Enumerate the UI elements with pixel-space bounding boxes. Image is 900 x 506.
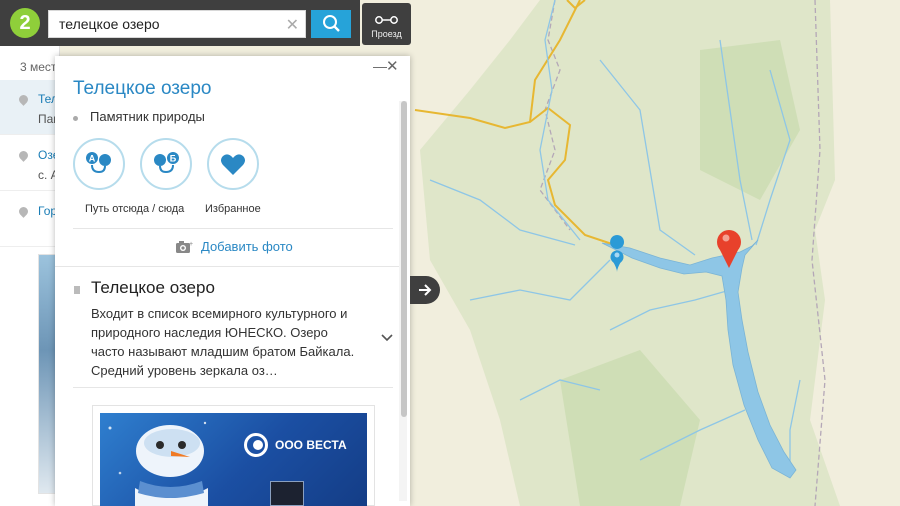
ad-brand: ООО ВЕСТА: [275, 438, 347, 452]
card-title[interactable]: Телецкое озеро: [73, 78, 212, 100]
results-count: 3 мест: [20, 60, 57, 74]
pin-icon: [17, 149, 30, 162]
chevron-down-icon[interactable]: [379, 330, 395, 346]
place-card: — ✕ Телецкое озеро Памятник природы А Б …: [55, 56, 410, 506]
camera-icon: +: [176, 241, 193, 253]
favorite-button[interactable]: [207, 138, 259, 190]
ad-device-image: [270, 481, 304, 506]
search-input[interactable]: [49, 11, 279, 37]
ad-banner[interactable]: ООО ВЕСТА: [100, 413, 367, 506]
route-ab-icon: А: [86, 152, 111, 174]
list-item[interactable]: Гор: [0, 192, 60, 247]
divider: [55, 266, 399, 267]
snowman-image: [108, 421, 208, 506]
description-text: Входит в список всемирного культурного и…: [91, 306, 355, 378]
minimize-icon[interactable]: —: [373, 58, 387, 74]
route-b-icon: Б: [154, 152, 179, 174]
svg-text:А: А: [89, 154, 96, 164]
scrollbar-thumb[interactable]: [401, 101, 407, 417]
divider: [73, 387, 393, 388]
list-item[interactable]: Озе с. А: [0, 136, 60, 191]
search-icon: [323, 15, 340, 32]
close-icon[interactable]: ✕: [386, 57, 399, 75]
svg-text:Б: Б: [170, 154, 177, 164]
route-label: Проезд: [371, 29, 402, 39]
route-from-to-button[interactable]: А: [73, 138, 125, 190]
route-to-button[interactable]: Б: [140, 138, 192, 190]
route-action-label: Путь отсюда / сюда: [85, 203, 185, 215]
pin-icon: [17, 205, 30, 218]
top-bar: 2 ✕: [0, 0, 360, 46]
list-item[interactable]: Теле Пам: [0, 80, 60, 135]
card-category: Памятник природы: [90, 109, 205, 124]
pin-icon: [17, 93, 30, 106]
close-icon[interactable]: ✕: [286, 15, 299, 35]
bullet-icon: [73, 116, 78, 121]
favorite-action-label: Избранное: [205, 203, 261, 215]
info-icon: [74, 286, 80, 294]
vesta-logo-icon: [244, 433, 268, 457]
divider: [73, 228, 393, 229]
results-panel: 3 мест Теле Пам Озе с. А Гор: [0, 46, 60, 506]
arrow-right-icon: [419, 284, 432, 296]
description-title: Телецкое озеро: [91, 278, 215, 297]
svg-text:+: +: [189, 241, 193, 248]
search-box: ✕: [48, 10, 306, 38]
collapse-panel-button[interactable]: [410, 276, 440, 304]
search-button[interactable]: [311, 10, 351, 38]
heart-icon: [221, 154, 245, 175]
route-button[interactable]: Проезд: [362, 3, 411, 45]
add-photo-label: Добавить фото: [201, 239, 293, 254]
2gis-logo-icon[interactable]: 2: [10, 8, 40, 38]
